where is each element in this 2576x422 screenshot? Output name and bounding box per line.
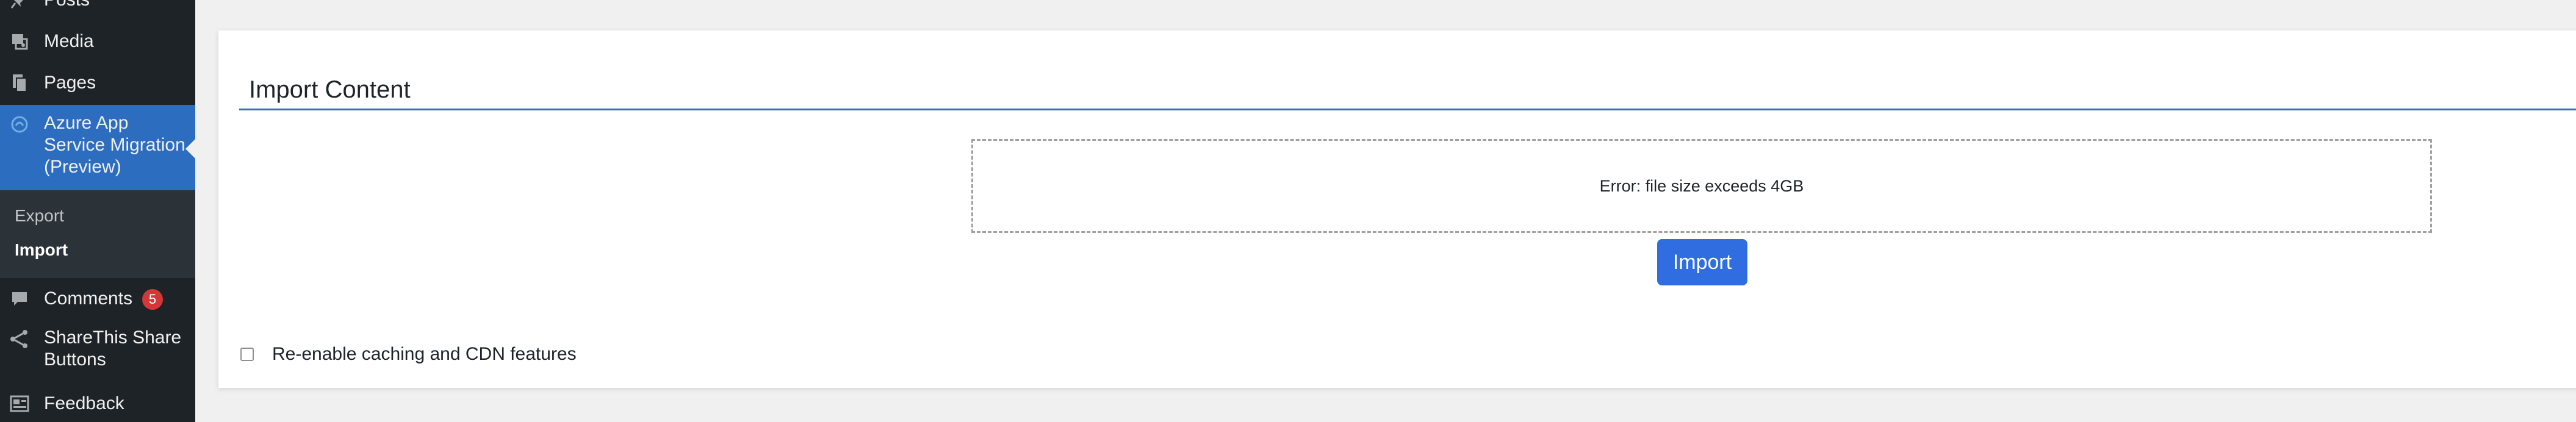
sidebar-item-label: Pages (44, 73, 96, 93)
submenu-item-export[interactable]: Export (15, 205, 64, 227)
sidebar-submenu: Export Import (0, 190, 195, 278)
sidebar-item-label: Feedback (44, 393, 124, 413)
azure-icon (9, 113, 31, 135)
comment-count-badge: 5 (142, 289, 164, 310)
media-icon (9, 30, 31, 52)
feedback-icon (9, 393, 31, 415)
sidebar-item-comments[interactable]: Comments 5 (0, 288, 195, 310)
pages-icon (9, 72, 31, 94)
submenu-item-import[interactable]: Import (15, 239, 68, 261)
sidebar-item-label: ShareThis Share Buttons (44, 327, 182, 370)
comment-icon (9, 288, 31, 310)
dropzone-error-message: Error: file size exceeds 4GB (1599, 176, 1804, 195)
file-dropzone[interactable]: Error: file size exceeds 4GB (971, 139, 2432, 233)
pin-icon (9, 0, 31, 11)
import-panel: Import Content Error: file size exceeds … (218, 30, 2576, 388)
title-divider (239, 109, 2576, 110)
share-icon (9, 328, 31, 350)
reenable-caching-label[interactable]: Re-enable caching and CDN features (272, 344, 577, 365)
sidebar-item-posts[interactable]: Posts (0, 0, 195, 11)
sidebar-item-feedback[interactable]: Feedback (0, 393, 195, 415)
sidebar-item-azure-migration[interactable]: Azure App Service Migration (Preview) (0, 105, 195, 190)
sidebar-item-media[interactable]: Media (0, 30, 195, 52)
sidebar-item-label: Azure App Service Migration (Preview) (44, 113, 185, 177)
sidebar-item-label: Media (44, 31, 94, 51)
admin-sidebar: Posts Media Pages Azure App Service Migr… (0, 0, 195, 422)
active-menu-arrow (185, 139, 195, 159)
cache-option-row: Re-enable caching and CDN features (240, 344, 577, 365)
sidebar-item-pages[interactable]: Pages (0, 72, 195, 94)
sidebar-item-label: Posts (44, 0, 90, 11)
sidebar-item-label: Comments (44, 288, 133, 309)
page-title: Import Content (249, 76, 411, 103)
import-button[interactable]: Import (1657, 239, 1747, 285)
reenable-caching-checkbox[interactable] (240, 348, 254, 361)
sidebar-item-sharethis[interactable]: ShareThis Share Buttons (0, 327, 195, 373)
